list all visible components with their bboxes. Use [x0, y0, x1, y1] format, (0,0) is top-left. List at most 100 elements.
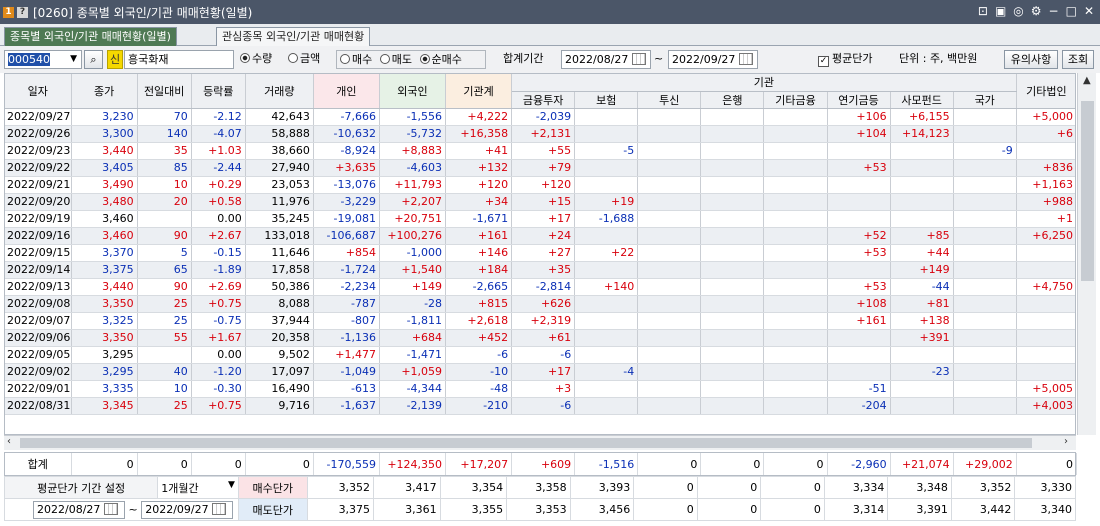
col-close[interactable]: 종가 [71, 74, 138, 109]
table-row[interactable]: 2022/09/08 3,350 25 +0.75 8,088 -787 -28 +815 +6… [5, 295, 1075, 313]
table-cell: 2022/09/19 [5, 210, 72, 228]
table-cell [637, 397, 702, 415]
radio-buy[interactable]: 매수 [340, 53, 372, 66]
table-row[interactable]: 2022/09/16 3,460 90 +2.67 133,018 -106,687 +10… [5, 227, 1075, 245]
maximize-icon[interactable]: □ [1066, 4, 1077, 18]
horizontal-scrollbar[interactable]: ‹ › [4, 435, 1076, 450]
radio-sell[interactable]: 매도 [379, 53, 412, 66]
table-row[interactable]: 2022/08/31 3,345 25 +0.75 9,716 -1,637 -2,139-… [5, 397, 1075, 415]
table-row[interactable]: 2022/09/22 3,405 85 -2.44 27,940 +3,635 -4,603… [5, 159, 1075, 177]
stock-code-input[interactable]: 000540 ▼ [4, 50, 82, 69]
table-row[interactable]: 2022/09/23 3,440 35 +1.03 38,660 -8,924 +8,883… [5, 142, 1075, 160]
col-foreign[interactable]: 외국인 [379, 74, 447, 109]
link-icon[interactable]: ⊡ [978, 4, 988, 18]
table-cell: +24 [511, 227, 576, 245]
help-icon[interactable]: ? [17, 6, 28, 18]
screen-number-icon[interactable]: 1 [3, 6, 14, 18]
table-row[interactable]: 2022/09/07 3,325 25 -0.75 37,944 -807 -1,811 +2… [5, 312, 1075, 330]
total-cell: 0 [137, 453, 192, 475]
checkbox-icon[interactable]: ✓ [818, 56, 829, 67]
col-change[interactable]: 전일대비 [137, 74, 192, 109]
buy-price-cell: 3,417 [373, 476, 441, 499]
trade-type-group: 매수 매도 순매수 [336, 50, 486, 69]
col-bank[interactable]: 은행 [700, 91, 765, 109]
col-insurance[interactable]: 보험 [574, 91, 639, 109]
period-select[interactable]: 1개월간 ▼ [157, 476, 239, 499]
table-row[interactable]: 2022/09/13 3,440 90 +2.69 50,386 -2,234 +149 -2… [5, 278, 1075, 296]
table-cell [637, 125, 702, 143]
col-nation[interactable]: 국가 [953, 91, 1017, 109]
table-cell [1016, 329, 1075, 347]
col-pension[interactable]: 연기금등 [827, 91, 891, 109]
avg-date-from-input[interactable]: 2022/08/27 [33, 500, 125, 519]
radio-amount[interactable]: 금액 [288, 50, 320, 69]
table-row[interactable]: 2022/09/20 3,480 20 +0.58 11,976 -3,229 +2,207… [5, 193, 1075, 211]
radio-qty[interactable]: 수량 [240, 50, 272, 69]
scroll-left-icon[interactable]: ‹ [7, 436, 11, 447]
col-rate[interactable]: 등락률 [191, 74, 246, 109]
calendar-icon[interactable] [738, 53, 753, 65]
table-cell: +1,059 [379, 363, 447, 381]
camera-icon[interactable]: ◎ [1013, 4, 1023, 18]
tab-watchlist[interactable]: 관심종목 외국인/기관 매매현황 [216, 27, 371, 46]
table-row[interactable]: 2022/09/15 3,370 5 -0.15 11,646 +854 -1,000 +14… [5, 244, 1075, 262]
table-cell: 25 [137, 295, 192, 313]
tab-stock-daily[interactable]: 종목별 외국인/기관 매매현황(일별) [4, 27, 177, 46]
date-to-input[interactable]: 2022/09/27 [668, 50, 758, 69]
calendar-icon[interactable] [631, 53, 646, 65]
table-cell [763, 278, 828, 296]
sell-price-cell: 3,361 [373, 498, 441, 521]
col-trust[interactable]: 투신 [637, 91, 702, 109]
radio-net-buy[interactable]: 순매수 [419, 53, 462, 66]
window-title: [0260] 종목별 외국인/기관 매매현황(일별) [33, 5, 253, 20]
table-row[interactable]: 2022/09/14 3,375 65 -1.89 17,858 -1,724 +1,540… [5, 261, 1075, 279]
col-inst-total[interactable]: 기관계 [445, 74, 513, 109]
close-icon[interactable]: ✕ [1084, 4, 1094, 18]
table-row[interactable]: 2022/09/01 3,335 10 -0.30 16,490 -613 -4,344 -4… [5, 380, 1075, 398]
table-cell [827, 346, 891, 364]
search-icon[interactable]: ⌕ [84, 50, 103, 69]
settings-icon[interactable]: ⚙ [1031, 4, 1042, 18]
horizontal-scroll-thumb[interactable] [20, 438, 1032, 448]
table-cell: +15 [511, 193, 576, 211]
table-row[interactable]: 2022/09/05 3,295 0.00 9,502 +1,477 -1,471 -6 -6 [5, 346, 1075, 364]
table-cell [953, 244, 1017, 262]
vertical-scroll-thumb[interactable] [1081, 101, 1094, 281]
table-row[interactable]: 2022/09/02 3,295 40 -1.20 17,097 -1,049 +1,059… [5, 363, 1075, 381]
scroll-right-icon[interactable]: › [1064, 436, 1068, 447]
total-cell: 0 [1016, 453, 1078, 475]
chevron-down-icon[interactable]: ▼ [70, 51, 77, 68]
calendar-icon[interactable] [103, 502, 118, 515]
table-cell [637, 227, 702, 245]
calendar-icon[interactable] [212, 502, 227, 515]
avg-date-to-input[interactable]: 2022/09/27 [141, 500, 234, 519]
minimize-icon[interactable]: − [1049, 4, 1059, 18]
col-individual[interactable]: 개인 [313, 74, 380, 109]
avg-price-checkbox[interactable]: ✓ 평균단가 [818, 50, 872, 69]
table-cell [953, 108, 1017, 126]
table-row[interactable]: 2022/09/27 3,230 70 -2.12 42,643 -7,666 -1,556… [5, 108, 1075, 126]
table-cell [953, 193, 1017, 211]
total-cell: -170,559 [313, 453, 380, 475]
date-from-input[interactable]: 2022/08/27 [561, 50, 651, 69]
table-cell [700, 210, 765, 228]
table-row[interactable]: 2022/09/06 3,350 55 +1.67 20,358 -1,136 +684 +4… [5, 329, 1075, 347]
col-private-fund[interactable]: 사모펀드 [890, 91, 954, 109]
col-other-corp[interactable]: 기타법인 [1016, 74, 1075, 109]
notice-button[interactable]: 유의사항 [1004, 50, 1058, 69]
search-button[interactable]: 조회 [1062, 50, 1094, 69]
table-row[interactable]: 2022/09/19 3,460 0.00 35,245 -19,081 +20,751-… [5, 210, 1075, 228]
scroll-up-icon[interactable]: ▲ [1083, 75, 1091, 86]
col-date[interactable]: 일자 [5, 74, 72, 109]
table-row[interactable]: 2022/09/26 3,300 140 -4.07 58,888 -10,632 -5,7… [5, 125, 1075, 143]
col-volume[interactable]: 거래량 [245, 74, 314, 109]
table-cell [1016, 244, 1075, 262]
col-other-financial[interactable]: 기타금융 [763, 91, 828, 109]
table-cell [700, 227, 765, 245]
col-financial-investment[interactable]: 금융투자 [511, 91, 576, 109]
chevron-down-icon[interactable]: ▼ [228, 480, 235, 490]
vertical-scrollbar[interactable]: ▲ [1077, 73, 1096, 435]
table-row[interactable]: 2022/09/21 3,490 10 +0.29 23,053 -13,076 +11,7… [5, 176, 1075, 194]
save-icon[interactable]: ▣ [995, 4, 1006, 18]
table-cell [763, 176, 828, 194]
